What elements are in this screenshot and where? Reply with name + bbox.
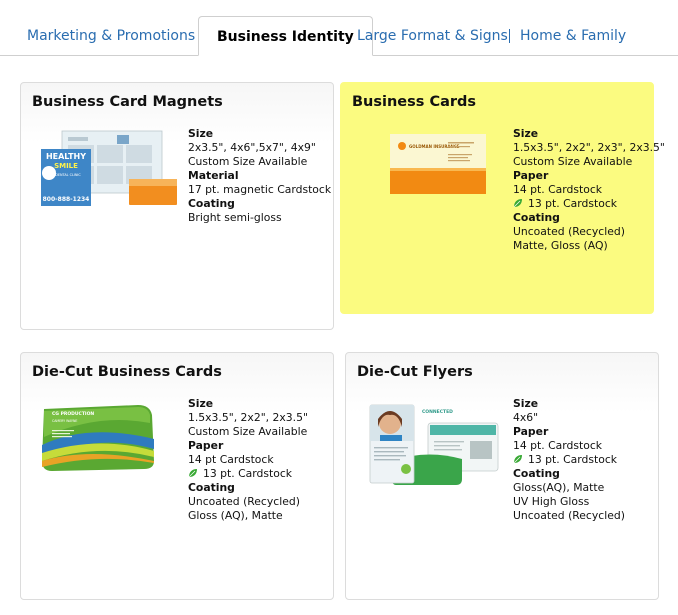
tab-separator	[509, 29, 510, 43]
product-card-die-cut-business-cards[interactable]: Die-Cut Business Cards CG PRODUCTION CAM…	[20, 352, 334, 600]
tab-large-format-signs[interactable]: Large Format & Signs	[357, 28, 508, 44]
spec-text: 13 pt. Cardstock	[528, 453, 618, 466]
die-cut-card-text-2: CAMERY WAYNE	[52, 419, 77, 423]
spec-row-eco: 13 pt. Cardstock	[188, 467, 308, 481]
spec-row: 14 pt. Cardstock	[513, 183, 603, 196]
product-card-business-cards[interactable]: Business Cards GOLDMAN INSURANCE Size 1.…	[340, 82, 665, 314]
product-specs: Size 2x3.5", 4x6",5x7", 4x9" Custom Size…	[188, 127, 331, 225]
spec-row: 4x6"	[513, 411, 539, 424]
spec-row: Custom Size Available	[513, 155, 633, 168]
spec-row: 1.5x3.5", 2x2", 2x3", 2x3.5"	[513, 141, 665, 154]
spec-row: Coating	[188, 481, 235, 494]
spec-row: Paper	[188, 439, 224, 452]
business-cards-image[interactable]: GOLDMAN INSURANCE	[390, 134, 488, 196]
product-title[interactable]: Die-Cut Business Cards	[32, 364, 222, 380]
spec-row: Uncoated (Recycled)	[188, 495, 300, 508]
spec-row-eco: 13 pt. Cardstock	[513, 197, 665, 211]
magnet-text-1: HEALTHY	[46, 152, 86, 161]
spec-row: 2x3.5", 4x6",5x7", 4x9"	[188, 141, 316, 154]
tab-business-identity[interactable]: Business Identity	[198, 16, 373, 56]
spec-row: Size	[188, 397, 214, 410]
spec-row: 14 pt. Cardstock	[513, 439, 603, 452]
tab-business-identity-label: Business Identity	[217, 29, 354, 45]
spec-row: Coating	[513, 467, 560, 480]
spec-row: Material	[188, 169, 239, 182]
spec-row-eco: 13 pt. Cardstock	[513, 453, 625, 467]
spec-row: 14 pt Cardstock	[188, 453, 274, 466]
spec-row: Custom Size Available	[188, 155, 308, 168]
spec-text: 13 pt. Cardstock	[203, 467, 293, 480]
business-card-magnets-image[interactable]: HEALTHY SMILE DENTAL CLINIC 800-888-1234	[35, 129, 185, 209]
product-card-business-card-magnets[interactable]: Business Card Magnets HEALTHY SMILE DENT…	[20, 82, 334, 330]
tab-home-family[interactable]: Home & Family	[520, 28, 626, 44]
spec-row: Gloss (AQ), Matte	[188, 509, 283, 522]
eco-leaf-icon	[188, 469, 197, 478]
magnet-text-3: DENTAL CLINIC	[55, 173, 81, 177]
spec-row: Size	[513, 397, 539, 410]
spec-row: UV High Gloss	[513, 495, 590, 508]
product-title[interactable]: Die-Cut Flyers	[357, 364, 473, 380]
product-card-die-cut-flyers[interactable]: Die-Cut Flyers CONNECTED Size 4x6" Paper…	[345, 352, 659, 600]
spec-row: Gloss(AQ), Matte	[513, 481, 605, 494]
spec-row: Uncoated (Recycled)	[513, 509, 625, 522]
category-tab-bar: Marketing & Promotions Business Identity…	[0, 0, 678, 56]
product-specs: Size 4x6" Paper 14 pt. Cardstock 13 pt. …	[513, 397, 625, 523]
tab-marketing-promotions[interactable]: Marketing & Promotions	[27, 28, 195, 44]
die-cut-card-text-1: CG PRODUCTION	[52, 411, 94, 417]
spec-text: 13 pt. Cardstock	[528, 197, 618, 210]
die-cut-flyers-image[interactable]: CONNECTED	[366, 401, 502, 487]
die-cut-business-cards-image[interactable]: CG PRODUCTION CAMERY WAYNE	[38, 403, 158, 473]
spec-row: Size	[513, 127, 539, 140]
spec-row: Uncoated (Recycled)	[513, 225, 625, 238]
spec-row: 1.5x3.5", 2x2", 2x3.5"	[188, 411, 308, 424]
eco-leaf-icon	[513, 455, 522, 464]
eco-leaf-icon	[513, 199, 522, 208]
spec-row: Bright semi-gloss	[188, 211, 282, 224]
magnet-text-4: 800-888-1234	[43, 196, 90, 203]
product-title[interactable]: Business Cards	[352, 94, 476, 110]
magnet-text-2: SMILE	[54, 162, 78, 170]
spec-row: Size	[188, 127, 214, 140]
spec-row: Custom Size Available	[188, 425, 308, 438]
product-specs: Size 1.5x3.5", 2x2", 2x3.5" Custom Size …	[188, 397, 308, 523]
spec-row: Paper	[513, 169, 549, 182]
flyer-brand-text: CONNECTED	[422, 409, 453, 415]
spec-row: Coating	[188, 197, 235, 210]
spec-row: 17 pt. magnetic Cardstock	[188, 183, 332, 196]
spec-row: Paper	[513, 425, 549, 438]
spec-row: Coating	[513, 211, 560, 224]
product-specs: Size 1.5x3.5", 2x2", 2x3", 2x3.5" Custom…	[513, 127, 665, 253]
spec-row: Matte, Gloss (AQ)	[513, 239, 608, 252]
product-title[interactable]: Business Card Magnets	[32, 94, 223, 110]
